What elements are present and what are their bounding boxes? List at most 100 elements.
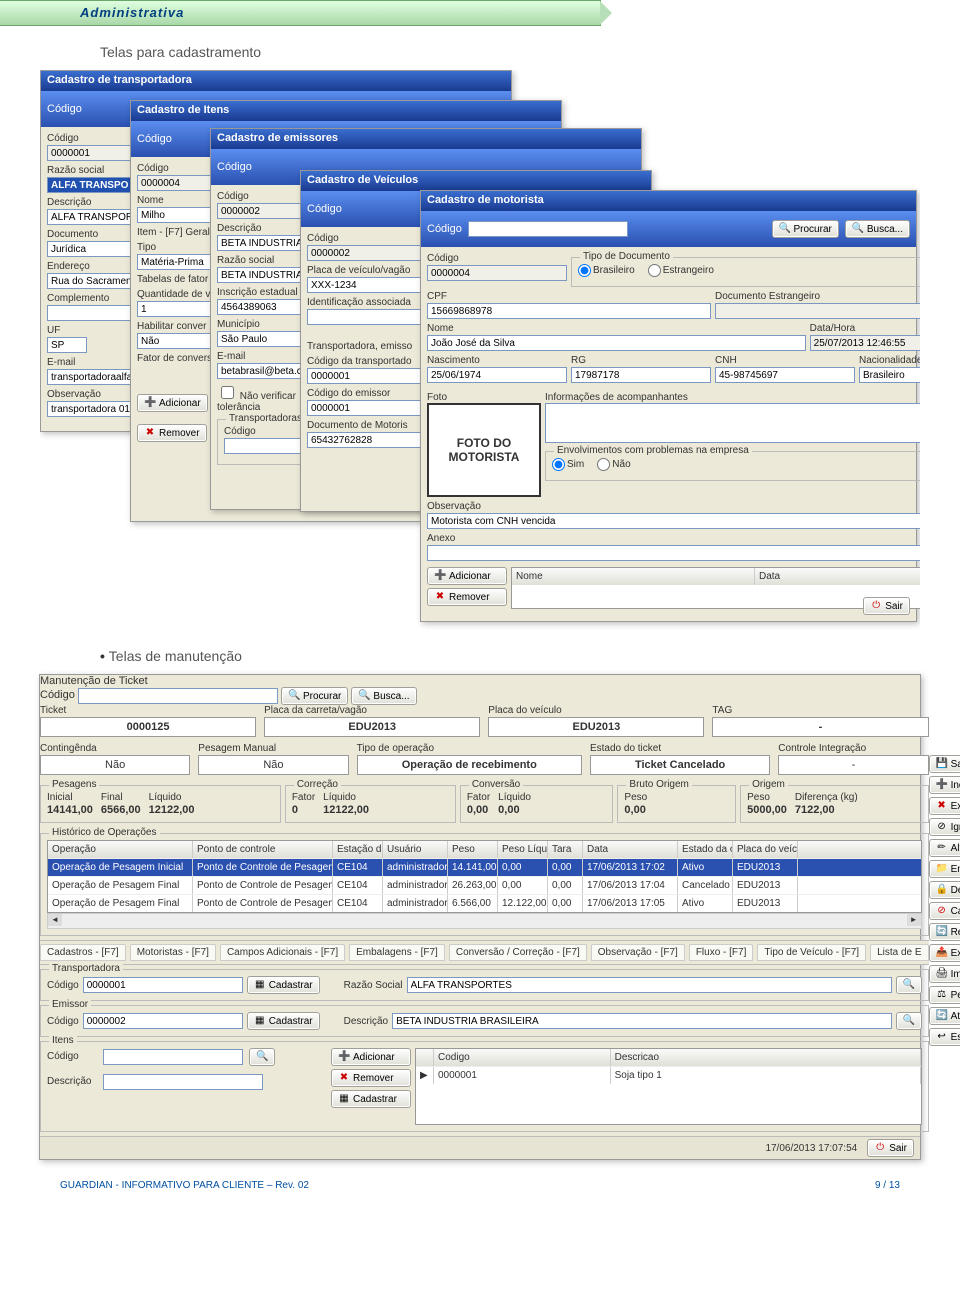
lbl: Diferença (kg) bbox=[795, 792, 858, 803]
desbloquear-button[interactable]: Desbloquear bbox=[929, 881, 960, 899]
search-icon bbox=[779, 223, 791, 235]
placa-input[interactable] bbox=[307, 277, 437, 293]
info-textbox[interactable] bbox=[545, 403, 920, 443]
tab[interactable]: Campos Adicionais - [F7] bbox=[220, 944, 345, 961]
salvar-button[interactable]: Salvar bbox=[929, 755, 960, 773]
search-icon bbox=[903, 979, 915, 991]
tab[interactable]: Embalagens - [F7] bbox=[349, 944, 445, 961]
busca-button[interactable]: Busca... bbox=[845, 220, 910, 238]
tab[interactable]: Fluxo - [F7] bbox=[689, 944, 754, 961]
nasc-input[interactable] bbox=[427, 367, 567, 383]
rg-input[interactable] bbox=[571, 367, 711, 383]
th: Estado da operação bbox=[678, 841, 733, 858]
table-row[interactable]: Operação de Pesagem FinalPonto de Contro… bbox=[48, 894, 921, 912]
procurar-button[interactable]: Procurar bbox=[281, 687, 348, 705]
tab[interactable]: Tipo de Veículo - [F7] bbox=[757, 944, 866, 961]
transp-cadastrar-button[interactable]: ▦Cadastrar bbox=[247, 976, 320, 994]
estornar-button[interactable]: ↩Estornar bbox=[929, 1028, 960, 1046]
codem-input[interactable] bbox=[307, 400, 437, 416]
encerrar-button[interactable]: 📁Encerrar bbox=[929, 860, 960, 878]
codigo-search-input[interactable] bbox=[78, 688, 278, 704]
emissor-search-button[interactable] bbox=[896, 1012, 922, 1030]
win-title-emissores: Cadastro de emissores bbox=[211, 129, 641, 149]
h-scrollbar[interactable] bbox=[47, 913, 922, 929]
lbl: CNH bbox=[715, 355, 855, 366]
lbl: Adicionar bbox=[449, 571, 491, 582]
lbl: Alterar bbox=[951, 843, 960, 854]
emissor-desc-input[interactable] bbox=[392, 1013, 891, 1029]
win-title-veiculos: Cadastro de Veículos bbox=[301, 171, 651, 191]
lock-icon bbox=[936, 884, 948, 896]
cancelar-button[interactable]: Cancelar bbox=[929, 902, 960, 920]
codigo-input[interactable] bbox=[427, 265, 567, 281]
nac-input[interactable] bbox=[859, 367, 920, 383]
docestr-input[interactable] bbox=[715, 303, 920, 319]
transp-razao-input[interactable] bbox=[407, 977, 892, 993]
lbl: Ticket bbox=[40, 705, 256, 716]
refazer-button[interactable]: Refazer bbox=[929, 923, 960, 941]
lbl: Peso bbox=[624, 792, 647, 803]
lbl: Salvar bbox=[951, 759, 960, 770]
th: Usuário bbox=[383, 841, 448, 858]
cnh-input[interactable] bbox=[715, 367, 855, 383]
codigo-input[interactable] bbox=[307, 245, 437, 261]
radio-estrangeiro[interactable] bbox=[648, 264, 661, 277]
uf-input[interactable] bbox=[47, 337, 87, 353]
remover-button[interactable]: Remover bbox=[137, 424, 207, 442]
itens-codigo-input[interactable] bbox=[103, 1049, 243, 1065]
itens-cadastrar-button[interactable]: ▦Cadastrar bbox=[331, 1090, 411, 1108]
nao-verif-checkbox[interactable] bbox=[221, 386, 234, 399]
itens-search-button[interactable] bbox=[249, 1048, 275, 1066]
lbl: Pesar bbox=[951, 990, 960, 1001]
td: Ativo bbox=[678, 859, 733, 876]
sair-button[interactable]: Sair bbox=[867, 1139, 914, 1157]
search-input[interactable] bbox=[468, 221, 628, 237]
lbl: Código bbox=[427, 253, 567, 264]
radio-sim[interactable] bbox=[552, 458, 565, 471]
lbl: Incluir bbox=[951, 780, 960, 791]
atualizar-button[interactable]: Atualizar bbox=[929, 1007, 960, 1025]
tab[interactable]: Motoristas - [F7] bbox=[130, 944, 216, 961]
itens-desc-input[interactable] bbox=[103, 1074, 263, 1090]
nome-input[interactable] bbox=[427, 335, 806, 351]
itens-adicionar-button[interactable]: Adicionar bbox=[331, 1048, 411, 1066]
table-row[interactable]: Operação de Pesagem FinalPonto de Contro… bbox=[48, 876, 921, 894]
ident-input[interactable] bbox=[307, 309, 437, 325]
emissor-codigo-input[interactable] bbox=[83, 1013, 243, 1029]
sair-button[interactable]: Sair bbox=[863, 597, 910, 615]
pesar-button[interactable]: ⚖Pesar bbox=[929, 986, 960, 1004]
table-row[interactable]: Operação de Pesagem InicialPonto de Cont… bbox=[48, 858, 921, 876]
print-icon bbox=[936, 968, 948, 980]
radio-nao[interactable] bbox=[597, 458, 610, 471]
cpf-input[interactable] bbox=[427, 303, 711, 319]
datahora-input[interactable] bbox=[810, 335, 920, 351]
itens-remover-button[interactable]: Remover bbox=[331, 1069, 411, 1087]
emissor-cadastrar-button[interactable]: ▦Cadastrar bbox=[247, 1012, 320, 1030]
exportar-button[interactable]: Exportar bbox=[929, 944, 960, 962]
radio-brasileiro[interactable] bbox=[578, 264, 591, 277]
remover-button[interactable]: Remover bbox=[427, 588, 507, 606]
refresh-icon bbox=[936, 1010, 948, 1022]
excluir-button[interactable]: Excluir bbox=[929, 797, 960, 815]
adicionar-button[interactable]: Adicionar bbox=[427, 567, 507, 585]
obs-input[interactable] bbox=[427, 513, 920, 529]
td: Ponto de Controle de Pesagem bbox=[193, 877, 333, 894]
incluir-button[interactable]: Incluir bbox=[929, 776, 960, 794]
procurar-button[interactable]: Procurar bbox=[772, 220, 839, 238]
anexo-input[interactable] bbox=[427, 545, 920, 561]
tab[interactable]: Cadastros - [F7] bbox=[40, 944, 126, 961]
adicionar-button[interactable]: Adicionar bbox=[137, 394, 208, 412]
transp-search-button[interactable] bbox=[896, 976, 922, 994]
ignorar-button[interactable]: ⊘Ignorar bbox=[929, 818, 960, 836]
lbl: Cadastrar bbox=[353, 1094, 397, 1105]
busca-button[interactable]: Busca... bbox=[351, 687, 416, 705]
transp-codigo-input[interactable] bbox=[83, 977, 243, 993]
lbl: Envolvimentos com problemas na empresa bbox=[554, 445, 752, 456]
tab[interactable]: Conversão / Correção - [F7] bbox=[449, 944, 587, 961]
docmot-input[interactable] bbox=[307, 432, 437, 448]
alterar-button[interactable]: Alterar bbox=[929, 839, 960, 857]
imprimir-button[interactable]: Imprimir bbox=[929, 965, 960, 983]
tab[interactable]: Observação - [F7] bbox=[591, 944, 685, 961]
tab[interactable]: Lista de E bbox=[870, 944, 928, 961]
codtr-input[interactable] bbox=[307, 368, 437, 384]
